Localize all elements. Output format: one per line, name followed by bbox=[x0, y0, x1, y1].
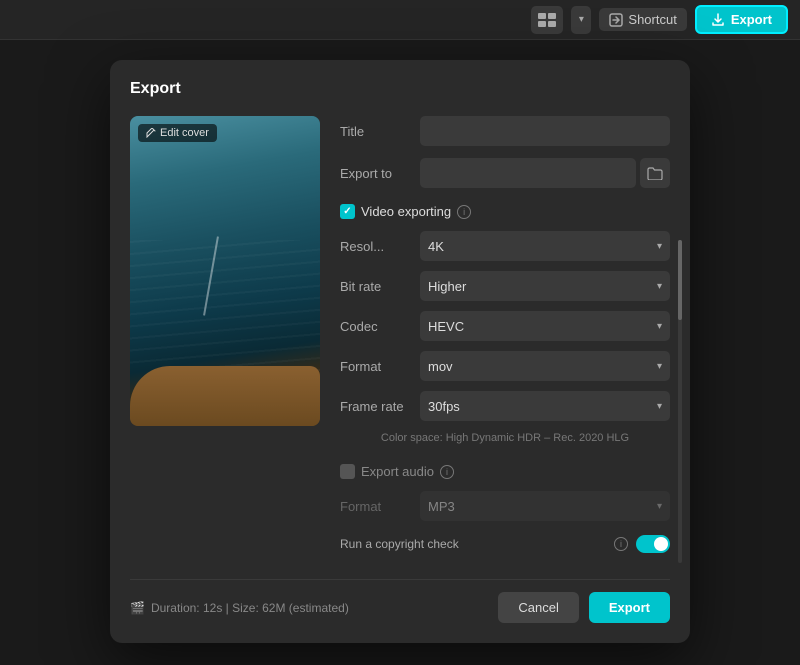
resolution-arrow: ▾ bbox=[657, 241, 662, 252]
format-arrow: ▾ bbox=[657, 361, 662, 372]
video-info-icon[interactable]: i bbox=[457, 205, 471, 219]
scroll-track bbox=[678, 240, 682, 563]
dialog-body: Edit cover Title Export to bbox=[130, 116, 670, 563]
codec-value: HEVC bbox=[428, 319, 464, 334]
duration-info: 🎬 Duration: 12s | Size: 62M (estimated) bbox=[130, 601, 349, 615]
resolution-dropdown[interactable]: 4K ▾ bbox=[420, 231, 670, 261]
main-area: Export Edit cover bbox=[0, 40, 800, 665]
copyright-row: Run a copyright check i bbox=[340, 535, 670, 553]
dialog-title: Export bbox=[130, 80, 670, 98]
copyright-toggle[interactable] bbox=[636, 535, 670, 553]
color-space-text: Color space: High Dynamic HDR – Rec. 202… bbox=[340, 431, 670, 446]
framerate-label: Frame rate bbox=[340, 399, 420, 414]
ocean-background bbox=[130, 116, 320, 426]
audio-info-icon[interactable]: i bbox=[440, 465, 454, 479]
title-row: Title bbox=[340, 116, 670, 146]
export-to-input[interactable] bbox=[420, 158, 636, 188]
format-row: Format mov ▾ bbox=[340, 351, 670, 381]
video-export-checkbox[interactable] bbox=[340, 204, 355, 219]
bitrate-arrow: ▾ bbox=[657, 281, 662, 292]
bitrate-row: Bit rate Higher ▾ bbox=[340, 271, 670, 301]
export-to-label: Export to bbox=[340, 166, 420, 181]
resolution-row: Resol... 4K ▾ bbox=[340, 231, 670, 261]
audio-section-label: Export audio bbox=[361, 464, 434, 479]
codec-label: Codec bbox=[340, 319, 420, 334]
audio-format-label: Format bbox=[340, 499, 420, 514]
video-section-label: Video exporting bbox=[361, 204, 451, 219]
export-top-button[interactable]: Export bbox=[695, 5, 788, 34]
codec-dropdown[interactable]: HEVC ▾ bbox=[420, 311, 670, 341]
shortcut-label: Shortcut bbox=[628, 12, 676, 27]
export-top-label: Export bbox=[731, 12, 772, 27]
footer-buttons: Cancel Export bbox=[498, 592, 670, 623]
title-label: Title bbox=[340, 124, 420, 139]
ocean-waves bbox=[130, 240, 320, 371]
video-thumbnail-area: Edit cover bbox=[130, 116, 320, 563]
framerate-arrow: ▾ bbox=[657, 401, 662, 412]
bitrate-label: Bit rate bbox=[340, 279, 420, 294]
audio-export-checkbox[interactable] bbox=[340, 464, 355, 479]
format-value: mov bbox=[428, 359, 453, 374]
cancel-button[interactable]: Cancel bbox=[498, 592, 578, 623]
codec-arrow: ▾ bbox=[657, 321, 662, 332]
title-input[interactable] bbox=[420, 116, 670, 146]
export-dialog: Export Edit cover bbox=[110, 60, 690, 643]
toggle-thumb bbox=[654, 537, 668, 551]
audio-format-arrow: ▾ bbox=[657, 501, 662, 512]
format-dropdown[interactable]: mov ▾ bbox=[420, 351, 670, 381]
codec-row: Codec HEVC ▾ bbox=[340, 311, 670, 341]
audio-format-dropdown[interactable]: MP3 ▾ bbox=[420, 491, 670, 521]
video-section-header: Video exporting i bbox=[340, 204, 670, 219]
audio-format-row: Format MP3 ▾ bbox=[340, 491, 670, 521]
audio-section-header: Export audio i bbox=[340, 464, 670, 479]
framerate-value: 30fps bbox=[428, 399, 460, 414]
dropdown-arrow-icon[interactable]: ▾ bbox=[571, 6, 591, 34]
film-icon: 🎬 bbox=[130, 601, 145, 615]
export-to-row: Export to bbox=[340, 158, 670, 188]
edit-cover-label: Edit cover bbox=[160, 127, 209, 139]
topbar: ▾ Shortcut Export bbox=[0, 0, 800, 40]
resolution-value: 4K bbox=[428, 239, 444, 254]
edit-cover-button[interactable]: Edit cover bbox=[138, 124, 217, 142]
shortcut-button[interactable]: Shortcut bbox=[599, 8, 686, 31]
copyright-label: Run a copyright check bbox=[340, 537, 614, 551]
duration-text: Duration: 12s | Size: 62M (estimated) bbox=[151, 601, 349, 615]
layout-icon-button[interactable] bbox=[531, 6, 563, 34]
bitrate-value: Higher bbox=[428, 279, 466, 294]
export-bottom-button[interactable]: Export bbox=[589, 592, 670, 623]
resolution-label: Resol... bbox=[340, 239, 420, 254]
audio-format-value: MP3 bbox=[428, 499, 455, 514]
copyright-info-icon[interactable]: i bbox=[614, 537, 628, 551]
video-thumbnail: Edit cover bbox=[130, 116, 320, 426]
dialog-footer: 🎬 Duration: 12s | Size: 62M (estimated) … bbox=[130, 579, 670, 623]
format-label: Format bbox=[340, 359, 420, 374]
framerate-dropdown[interactable]: 30fps ▾ bbox=[420, 391, 670, 421]
scroll-thumb bbox=[678, 240, 682, 320]
bitrate-dropdown[interactable]: Higher ▾ bbox=[420, 271, 670, 301]
form-area: Title Export to Video export bbox=[340, 116, 670, 563]
folder-browse-button[interactable] bbox=[640, 158, 670, 188]
framerate-row: Frame rate 30fps ▾ bbox=[340, 391, 670, 421]
ocean-boat bbox=[130, 366, 320, 426]
